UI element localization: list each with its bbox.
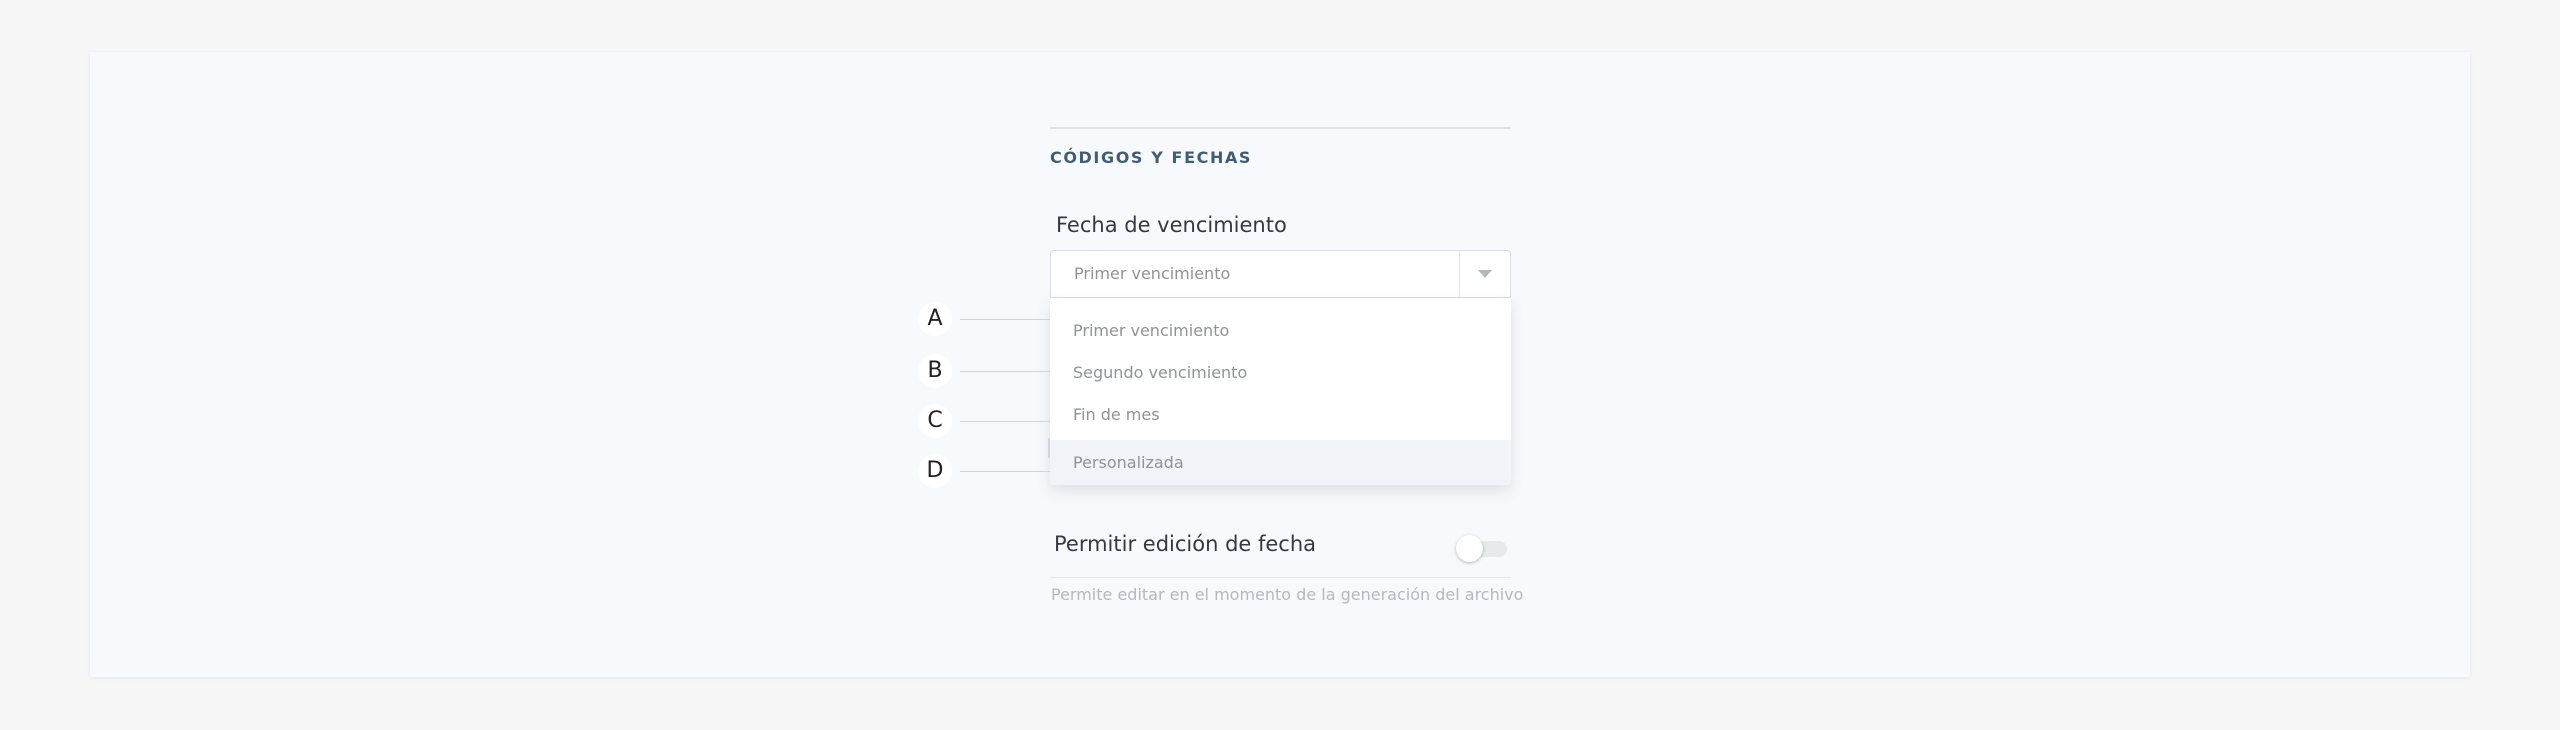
option-custom[interactable]: Personalizada [1050,440,1511,485]
due-date-selected-value: Primer vencimiento [1074,264,1231,283]
allow-date-edit-helper: Permite editar en el momento de la gener… [1051,585,1524,604]
marker-c-leader [960,421,1050,422]
switch-knob [1456,535,1483,562]
allow-date-edit-switch[interactable] [1453,533,1509,563]
due-date-select[interactable]: Primer vencimiento [1050,250,1511,298]
marker-b-leader [960,371,1050,372]
marker-d: D [918,454,952,488]
option-end-of-month[interactable]: Fin de mes [1050,394,1511,436]
marker-c: C [918,404,952,438]
toggle-divider [1050,577,1511,578]
select-toggle-button[interactable] [1459,251,1510,297]
option-second-due[interactable]: Segundo vencimiento [1050,352,1511,394]
section-title: CÓDIGOS Y FECHAS [1050,148,1253,167]
marker-d-leader [960,471,1050,472]
due-date-options-menu: Primer vencimiento Segundo vencimiento F… [1050,298,1511,485]
leader-tick [1048,438,1050,458]
marker-b: B [918,354,952,388]
due-date-label: Fecha de vencimiento [1056,213,1287,237]
section-divider [1050,127,1511,129]
caret-down-icon [1478,270,1492,278]
marker-a: A [918,302,952,336]
allow-date-edit-label: Permitir edición de fecha [1054,532,1317,556]
option-first-due[interactable]: Primer vencimiento [1050,310,1511,352]
marker-a-leader [960,319,1050,320]
